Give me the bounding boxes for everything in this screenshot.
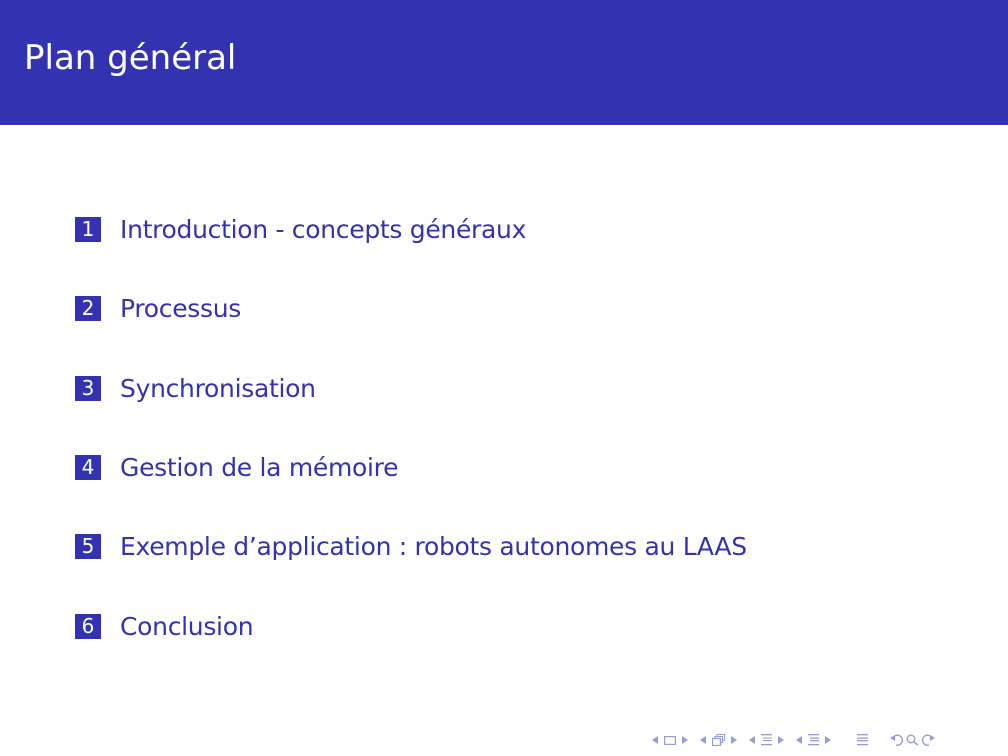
toc-item-number: 6 (75, 613, 101, 639)
toc-item-label[interactable]: Gestion de la mémoire (120, 453, 398, 482)
forward-icon[interactable] (921, 734, 935, 746)
toc-item-label[interactable]: Exemple d’application : robots autonomes… (120, 532, 747, 561)
next-section-arrow-icon[interactable] (825, 736, 831, 744)
frame-icon[interactable] (712, 734, 725, 746)
prev-section-arrow-icon[interactable] (796, 736, 802, 744)
toc-item-number: 4 (75, 454, 101, 480)
prev-subsection-arrow-icon[interactable] (749, 736, 755, 744)
beamer-navigation-bar (652, 732, 941, 748)
toc-item-number: 2 (75, 295, 101, 321)
document-icon[interactable] (857, 734, 868, 746)
section-icon[interactable] (808, 734, 819, 746)
toc-item-number: 3 (75, 375, 101, 401)
prev-frame-arrow-icon[interactable] (700, 736, 706, 744)
toc-item-label[interactable]: Synchronisation (120, 374, 316, 403)
toc-item-introduction[interactable]: 1 Introduction - concepts généraux (75, 214, 526, 244)
toc-item-label[interactable]: Introduction - concepts généraux (120, 215, 526, 244)
next-slide-arrow-icon[interactable] (682, 736, 688, 744)
toc-item-label[interactable]: Conclusion (120, 612, 254, 641)
toc-item-conclusion[interactable]: 6 Conclusion (75, 611, 254, 641)
toc-item-synchronisation[interactable]: 3 Synchronisation (75, 373, 316, 403)
slide-title: Plan général (24, 38, 237, 78)
slide-header: Plan général (0, 0, 1008, 125)
next-subsection-arrow-icon[interactable] (778, 736, 784, 744)
next-frame-arrow-icon[interactable] (731, 736, 737, 744)
toc-item-number: 1 (75, 216, 101, 242)
subsection-icon[interactable] (761, 734, 772, 746)
toc-item-memoire[interactable]: 4 Gestion de la mémoire (75, 452, 398, 482)
toc-item-exemple[interactable]: 5 Exemple d’application : robots autonom… (75, 531, 747, 561)
prev-slide-arrow-icon[interactable] (652, 736, 658, 744)
slide-icon[interactable] (664, 735, 676, 745)
back-icon[interactable] (890, 734, 904, 746)
toc-item-number: 5 (75, 533, 101, 559)
toc-item-label[interactable]: Processus (120, 294, 241, 323)
search-icon[interactable] (906, 734, 919, 746)
toc-item-processus[interactable]: 2 Processus (75, 293, 241, 323)
